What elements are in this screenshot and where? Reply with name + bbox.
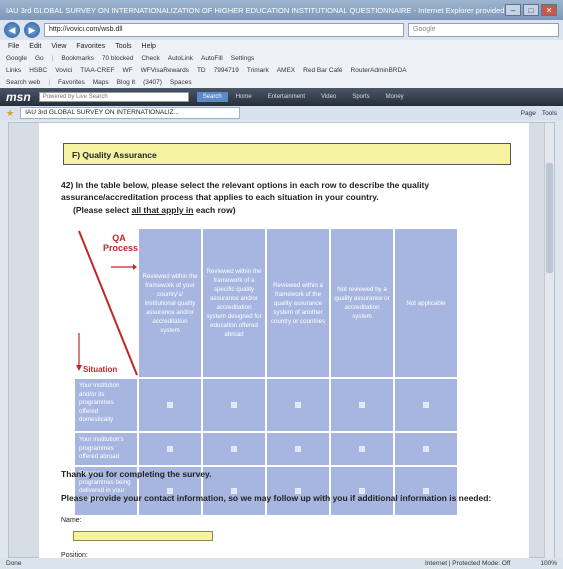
toolbar-item[interactable]: Blog It [117,79,135,86]
column-header: Reviewed within the framework of your co… [137,227,203,379]
checkbox[interactable] [231,401,237,408]
qa-process-label: QA Process [103,233,139,253]
vertical-scrollbar[interactable] [544,123,554,559]
minimize-button[interactable]: – [505,4,521,16]
address-bar: ◀ ▶ http://vovici.com/wsb.dll Google [0,20,563,40]
toolbar-item[interactable]: Google [6,55,27,62]
google-toolbar: Google Go | Bookmarks 70 blocked Check A… [0,52,563,64]
checkbox[interactable] [359,401,365,408]
toolbar-item[interactable]: (3407) [143,79,162,86]
search-field[interactable]: Google [408,23,559,37]
toolbar-item[interactable]: Spaces [170,79,192,86]
checkbox[interactable] [359,445,365,452]
msn-item[interactable]: Video [321,94,336,100]
toolbar-item[interactable]: AutoLink [168,55,193,62]
links-toolbar: Links HSBC Vovici TIAA-CREF WF WFVisaRew… [0,64,563,76]
scrollbar-thumb[interactable] [546,163,553,273]
toolbar-item[interactable]: HSBC [29,67,47,74]
window-titlebar: IAU 3rd GLOBAL SURVEY ON INTERNATIONALIZ… [0,0,563,20]
checkbox[interactable] [295,445,301,452]
name-label: Name: [61,517,82,524]
toolbar-item[interactable]: TIAA-CREF [80,67,114,74]
column-header: Reviewed within the framework of a speci… [201,227,267,379]
section-header: F) Quality Assurance [63,143,511,165]
back-icon[interactable]: ◀ [4,22,20,38]
window-title: IAU 3rd GLOBAL SURVEY ON INTERNATIONALIZ… [6,5,505,15]
status-bar: Done Internet | Protected Mode: Off 100% [0,558,563,569]
msn-logo: msn [6,90,31,104]
menu-help[interactable]: Help [142,43,156,50]
toolbar-item[interactable]: Search web [6,79,40,86]
toolbar-item[interactable]: 70 blocked [102,55,133,62]
toolbar-item[interactable]: AMEX [277,67,295,74]
checkbox[interactable] [167,445,173,452]
maximize-button[interactable]: □ [523,4,539,16]
toolbar-item[interactable]: AutoFill [201,55,223,62]
url-field[interactable]: http://vovici.com/wsb.dll [44,23,404,37]
menu-file[interactable]: File [8,43,19,50]
close-button[interactable]: ✕ [541,4,557,16]
toolbar-item[interactable]: 7994719 [214,67,239,74]
search-toolbar: Search web | Favorites Maps Blog It (340… [0,76,563,88]
browser-viewport: F) Quality Assurance 42) In the table be… [8,122,555,559]
checkbox[interactable] [423,401,429,408]
checkbox[interactable] [167,401,173,408]
msn-item[interactable]: Money [386,94,404,100]
toolbar-item[interactable]: Maps [93,79,109,86]
toolbar-item[interactable]: Trimark [247,67,269,74]
msn-item[interactable]: Home [236,94,252,100]
tab-survey[interactable]: IAU 3rd GLOBAL SURVEY ON INTERNATIONALIZ… [20,107,241,119]
page-menu[interactable]: Page [521,110,536,117]
menu-view[interactable]: View [51,43,66,50]
toolbar-item[interactable]: Favorites [58,79,85,86]
name-input[interactable] [73,531,213,541]
msn-toolbar: msn Powered by Live Search Search Home E… [0,88,563,106]
toolbar-item[interactable]: TD [197,67,206,74]
menu-edit[interactable]: Edit [29,43,41,50]
row-label: Your institution's programmes offered ab… [73,431,139,467]
table-corner: QA Process Situation [73,227,139,379]
favorites-star-icon[interactable]: ★ [6,108,14,119]
toolbar-item[interactable]: WF [123,67,133,74]
survey-page: F) Quality Assurance 42) In the table be… [39,123,529,559]
security-zone: Internet | Protected Mode: Off [424,560,511,567]
situation-label: Situation [83,365,118,374]
zoom-level[interactable]: 100% [540,560,557,567]
msn-item[interactable]: Entertainment [268,94,305,100]
toolbar-item[interactable]: Bookmarks [61,55,94,62]
tools-menu[interactable]: Tools [542,110,557,117]
question-text: 42) In the table below, please select th… [61,180,430,202]
msn-search-button[interactable]: Search [196,92,228,102]
question-instruction: (Please select all that apply in each ro… [73,205,236,215]
column-header: Reviewed within a framework of the quali… [265,227,331,379]
checkbox[interactable] [423,445,429,452]
checkbox[interactable] [295,401,301,408]
msn-item[interactable]: Sports [352,94,369,100]
menu-tools[interactable]: Tools [115,43,131,50]
toolbar-item: Links [6,66,22,74]
column-header: Not reviewed by a quality assurance or a… [329,227,395,379]
menu-favorites[interactable]: Favorites [76,43,105,50]
status-text: Done [6,560,22,567]
toolbar-item[interactable]: RouterAdminBRDA [351,67,407,74]
contact-prompt: Please provide your contact information,… [61,493,492,503]
msn-search-input[interactable]: Powered by Live Search [38,92,189,102]
menu-bar: File Edit View Favorites Tools Help [0,40,563,52]
column-header: Not applicable [393,227,459,379]
checkbox[interactable] [231,445,237,452]
toolbar-item[interactable]: Go [35,55,44,62]
thank-you-text: Thank you for completing the survey. [61,469,212,479]
toolbar-item[interactable]: WFVisaRewards [141,67,189,74]
toolbar-item[interactable]: Settings [231,55,255,62]
toolbar-item[interactable]: Check [141,55,159,62]
toolbar-item[interactable]: Vovici [55,67,72,74]
row-label: Your institution and/or its programmes o… [73,377,139,433]
tab-bar: ★ IAU 3rd GLOBAL SURVEY ON INTERNATIONAL… [0,106,563,120]
toolbar-item[interactable]: Red Bar Café [303,67,342,74]
forward-icon[interactable]: ▶ [24,22,40,38]
